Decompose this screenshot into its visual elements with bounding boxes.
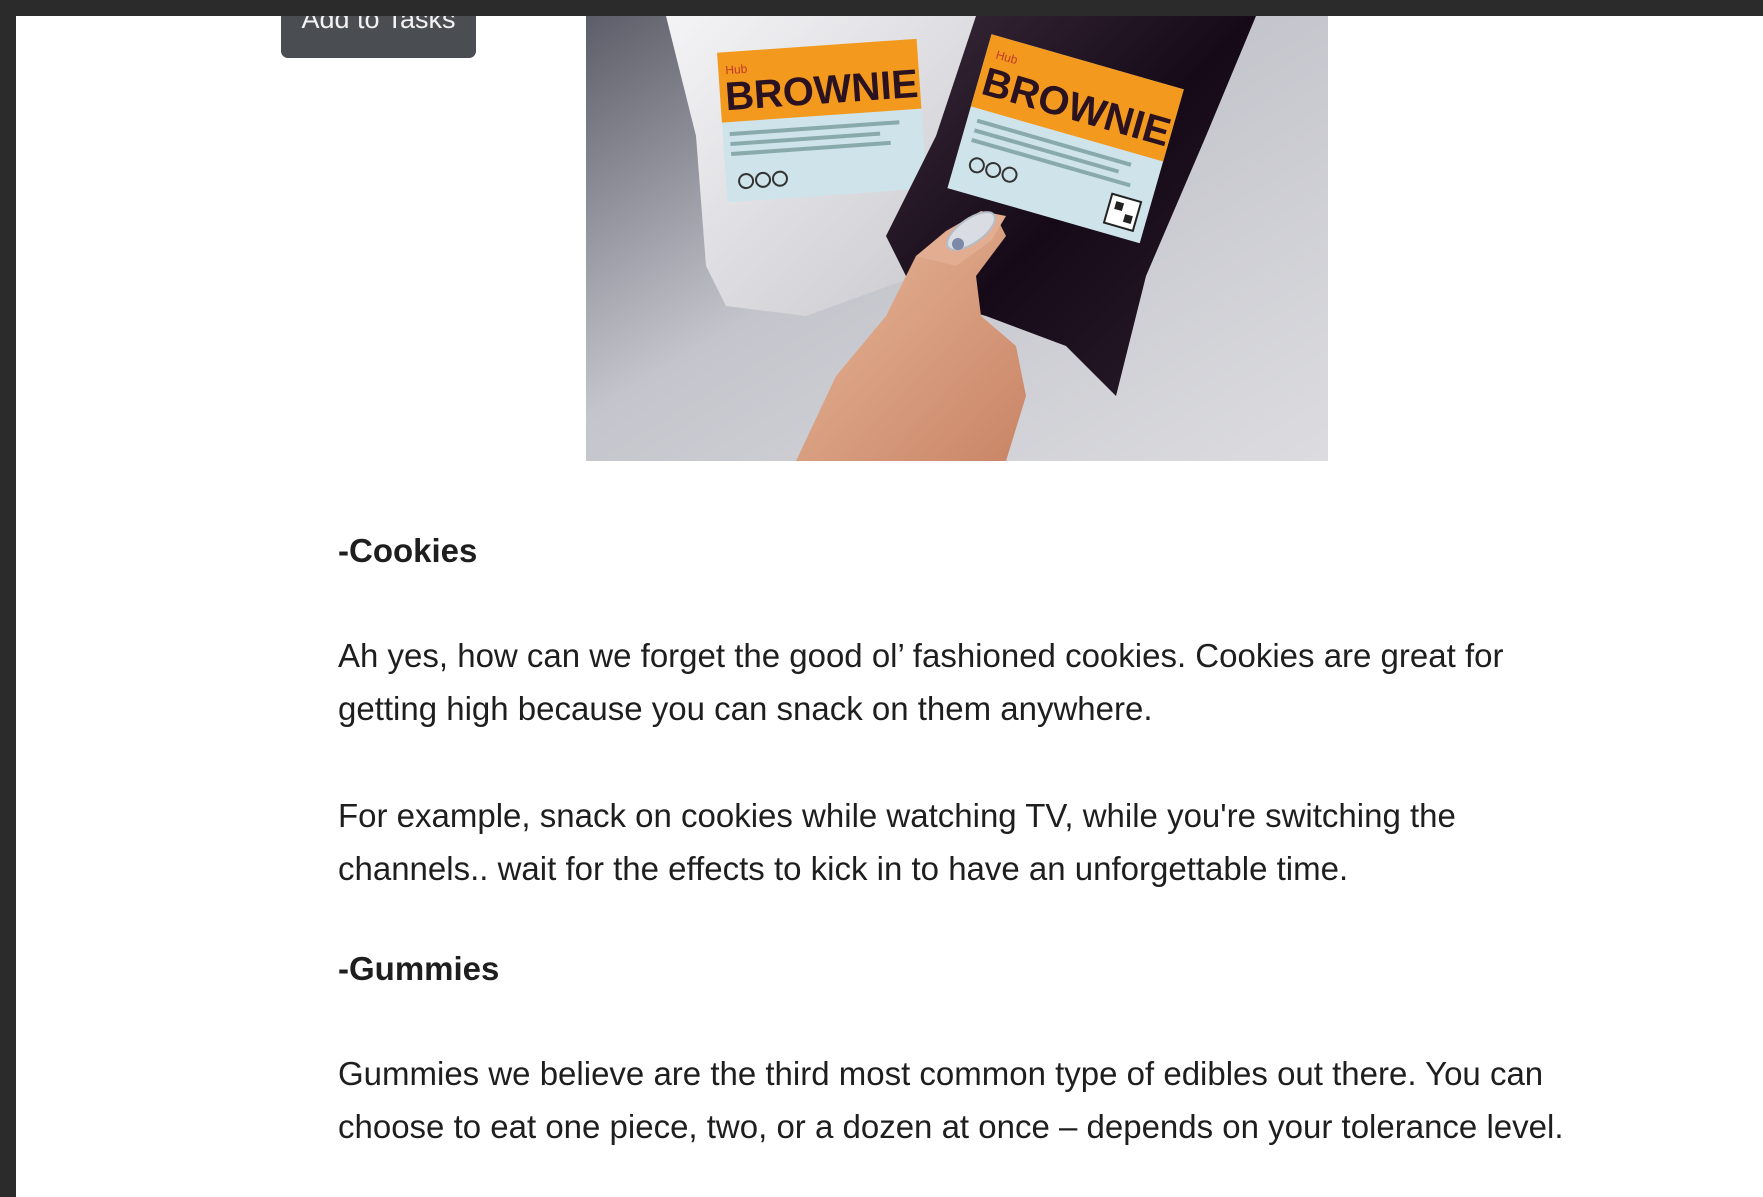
nail-gem <box>952 238 964 250</box>
window-left-edge <box>0 0 16 1197</box>
gummies-paragraph-1: Gummies we believe are the third most co… <box>338 1055 1564 1145</box>
cookies-paragraph-1: Ah yes, how can we forget the good ol’ f… <box>338 637 1504 727</box>
article-page: Add to Tasks Hub BROWNIE Hub BROWNIE -Co… <box>16 16 1763 1197</box>
brownie-photo-illustration: Hub BROWNIE Hub BROWNIE <box>586 16 1328 461</box>
add-to-tasks-button[interactable]: Add to Tasks <box>281 16 476 58</box>
article-content: -Cookies Ah yes, how can we forget the g… <box>338 531 1598 1153</box>
cookies-paragraph-2: For example, snack on cookies while watc… <box>338 797 1456 887</box>
window-top-bar <box>0 0 1763 16</box>
brownie-packages-photo: Hub BROWNIE Hub BROWNIE <box>586 16 1328 461</box>
white-bag-label: Hub BROWNIE <box>717 38 928 203</box>
gummies-heading: -Gummies <box>338 950 500 987</box>
cookies-heading: -Cookies <box>338 532 478 569</box>
